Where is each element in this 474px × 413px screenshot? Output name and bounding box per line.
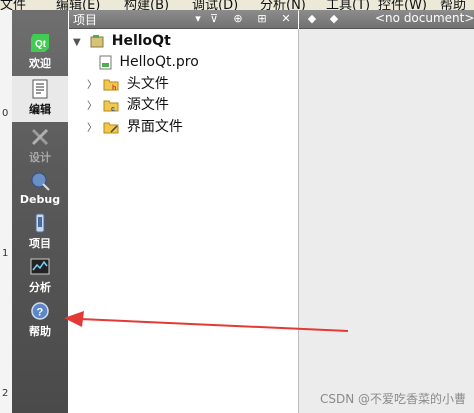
- mode-label: 分析: [29, 281, 51, 294]
- svg-text:?: ?: [37, 307, 44, 319]
- back-arrow-icon[interactable]: ◆: [303, 11, 321, 27]
- collapse-arrow-icon[interactable]: ▼: [73, 33, 85, 53]
- mode-label: 设计: [29, 151, 51, 164]
- tree-item-label: HelloQt.pro: [119, 54, 199, 70]
- analyze-chart-icon: [30, 258, 50, 275]
- project-icon: [90, 35, 104, 48]
- pro-file-icon: [99, 55, 112, 69]
- projects-wrench-icon: [35, 213, 45, 233]
- mode-design[interactable]: 设计: [12, 126, 68, 165]
- tree-item-forms[interactable]: 〉 界面文件: [87, 117, 183, 137]
- tree-root[interactable]: ▼ HelloQt: [73, 31, 171, 51]
- project-panel-header: 项目 ▾ ⊽ ⊕ ⊞ ✕: [69, 10, 298, 29]
- svg-text:c: c: [111, 106, 115, 112]
- ruler-label: 2: [2, 388, 9, 399]
- tree-item-sources[interactable]: 〉 c 源文件: [87, 95, 169, 115]
- mode-label: 编辑: [29, 103, 51, 116]
- mode-edit[interactable]: 编辑: [12, 76, 68, 122]
- tree-item-headers[interactable]: 〉 h 头文件: [87, 74, 169, 94]
- ruler-label: 1: [2, 248, 9, 259]
- editor-toolbar: ◆ ◆ <no document>: [299, 10, 474, 29]
- link-icon[interactable]: ⊕: [229, 11, 247, 27]
- mode-label: 项目: [29, 237, 51, 250]
- mode-label: 欢迎: [29, 57, 51, 70]
- mode-help[interactable]: ? 帮助: [12, 300, 68, 339]
- source-folder-icon: c: [103, 100, 119, 112]
- debug-bug-icon: [31, 172, 50, 191]
- forward-arrow-icon[interactable]: ◆: [325, 11, 343, 27]
- mode-analyze[interactable]: 分析: [12, 256, 68, 295]
- help-question-icon: ?: [31, 302, 49, 320]
- tree-item-label: 界面文件: [126, 119, 183, 135]
- expand-arrow-icon[interactable]: 〉: [87, 97, 99, 117]
- tree-item-label: 头文件: [126, 76, 169, 92]
- tree-root-label: HelloQt: [111, 33, 171, 49]
- tree-item-pro[interactable]: HelloQt.pro: [99, 52, 199, 72]
- svg-text:h: h: [112, 85, 116, 91]
- svg-text:Qt: Qt: [35, 39, 47, 50]
- edit-document-icon: [32, 79, 48, 99]
- mode-sidebar: Qt 欢迎 编辑 设计 Debug 项目 分析 ? 帮助: [12, 10, 68, 413]
- expand-arrow-icon[interactable]: 〉: [87, 119, 99, 139]
- qt-logo-icon: Qt: [31, 34, 49, 52]
- split-icon[interactable]: ⊞: [253, 11, 271, 27]
- expand-arrow-icon[interactable]: 〉: [87, 76, 99, 96]
- filter-icon[interactable]: ⊽: [205, 11, 223, 27]
- mode-label: Debug: [19, 193, 61, 206]
- project-tree: ▼ HelloQt HelloQt.pro 〉 h 头文件 〉 c 源文件 〉: [69, 29, 299, 413]
- header-folder-icon: h: [103, 79, 119, 91]
- document-combo[interactable]: <no document>: [375, 11, 474, 25]
- watermark: CSDN @不爱吃香菜的小曹: [319, 392, 466, 406]
- design-pen-icon: [31, 128, 49, 146]
- mode-debug[interactable]: Debug: [12, 170, 68, 206]
- editor-area[interactable]: [299, 29, 474, 413]
- mode-label: 帮助: [29, 325, 51, 338]
- mode-projects[interactable]: 项目: [12, 212, 68, 251]
- close-icon[interactable]: ✕: [277, 11, 295, 27]
- mode-welcome[interactable]: Qt 欢迎: [12, 32, 68, 71]
- ruler-label: 0: [2, 108, 9, 119]
- panel-title: 项目: [73, 13, 98, 27]
- form-folder-icon: [103, 122, 119, 134]
- tree-item-label: 源文件: [126, 97, 169, 113]
